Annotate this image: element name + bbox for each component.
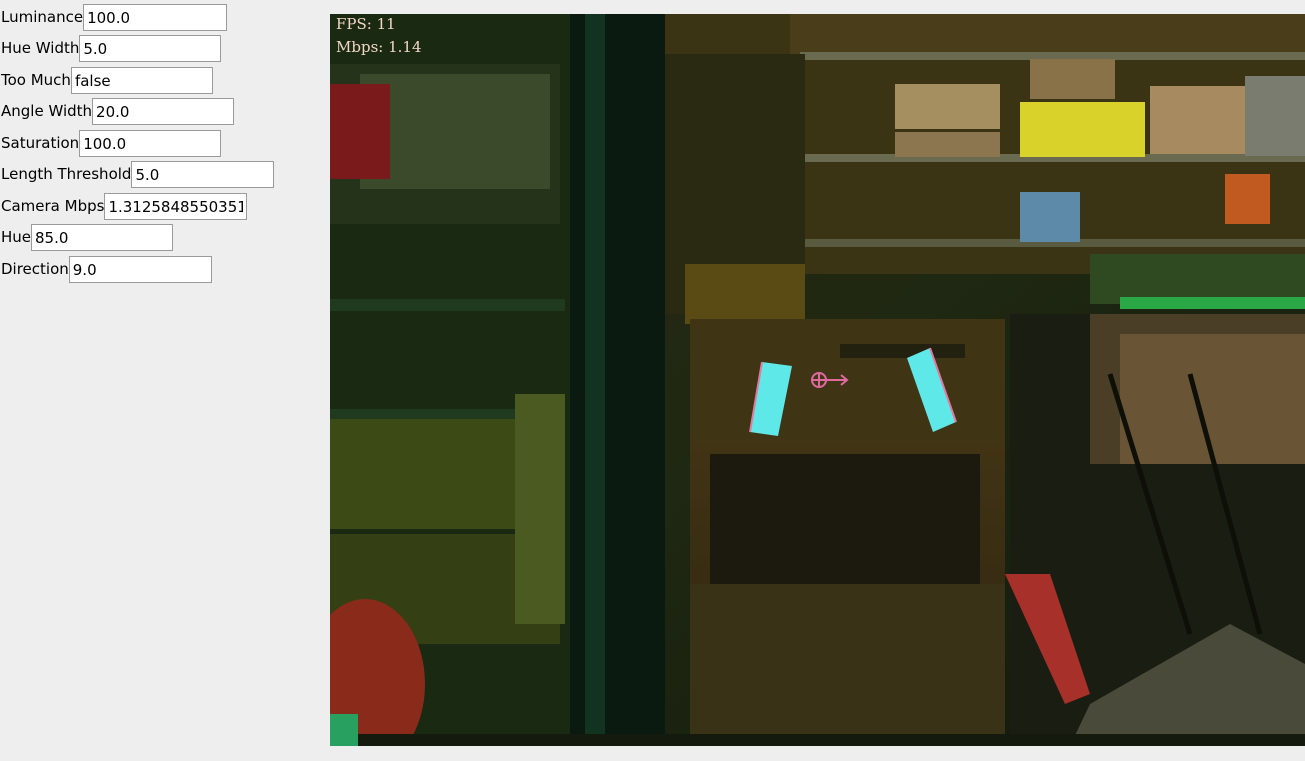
direction-row: Direction	[0, 255, 212, 284]
fps-readout: FPS: 11	[336, 15, 396, 33]
angle-width-row: Angle Width	[0, 97, 235, 126]
hue-input[interactable]	[31, 224, 174, 251]
cardboard-box	[895, 84, 1000, 129]
hue-width-label: Hue Width	[1, 39, 80, 57]
hue-width-row: Hue Width	[0, 34, 222, 63]
camera-mbps-row: Camera Mbps	[0, 192, 248, 221]
settings-panel: Luminance Hue Width Too Much Angle Width…	[0, 0, 320, 761]
camera-feed: FPS: 11 Mbps: 1.14	[330, 14, 1305, 746]
yellow-bin	[1020, 102, 1145, 157]
green-rail	[1120, 297, 1305, 309]
luminance-row: Luminance	[0, 3, 228, 32]
saturation-row: Saturation	[0, 129, 222, 158]
luminance-label: Luminance	[1, 8, 84, 26]
saturation-input[interactable]	[79, 130, 222, 157]
length-threshold-label: Length Threshold	[1, 165, 132, 183]
too-much-label: Too Much	[1, 71, 71, 89]
mbps-readout: Mbps: 1.14	[336, 38, 422, 56]
direction-label: Direction	[1, 260, 69, 278]
luminance-input[interactable]	[83, 4, 228, 31]
steel-post	[570, 14, 665, 746]
too-much-input[interactable]	[70, 67, 213, 94]
camera-mbps-input[interactable]	[104, 193, 248, 220]
upper-shelf	[800, 52, 1305, 60]
hue-width-input[interactable]	[79, 35, 222, 62]
angle-width-input[interactable]	[92, 98, 235, 125]
camera-image	[330, 14, 1305, 746]
length-threshold-input[interactable]	[131, 161, 275, 188]
camera-mbps-label: Camera Mbps	[1, 197, 105, 215]
hue-row: Hue	[0, 223, 174, 252]
saturation-label: Saturation	[1, 134, 80, 152]
length-threshold-row: Length Threshold	[0, 160, 275, 189]
direction-input[interactable]	[68, 256, 212, 283]
too-much-row: Too Much	[0, 66, 213, 95]
angle-width-label: Angle Width	[1, 102, 93, 120]
hue-label: Hue	[1, 228, 32, 246]
